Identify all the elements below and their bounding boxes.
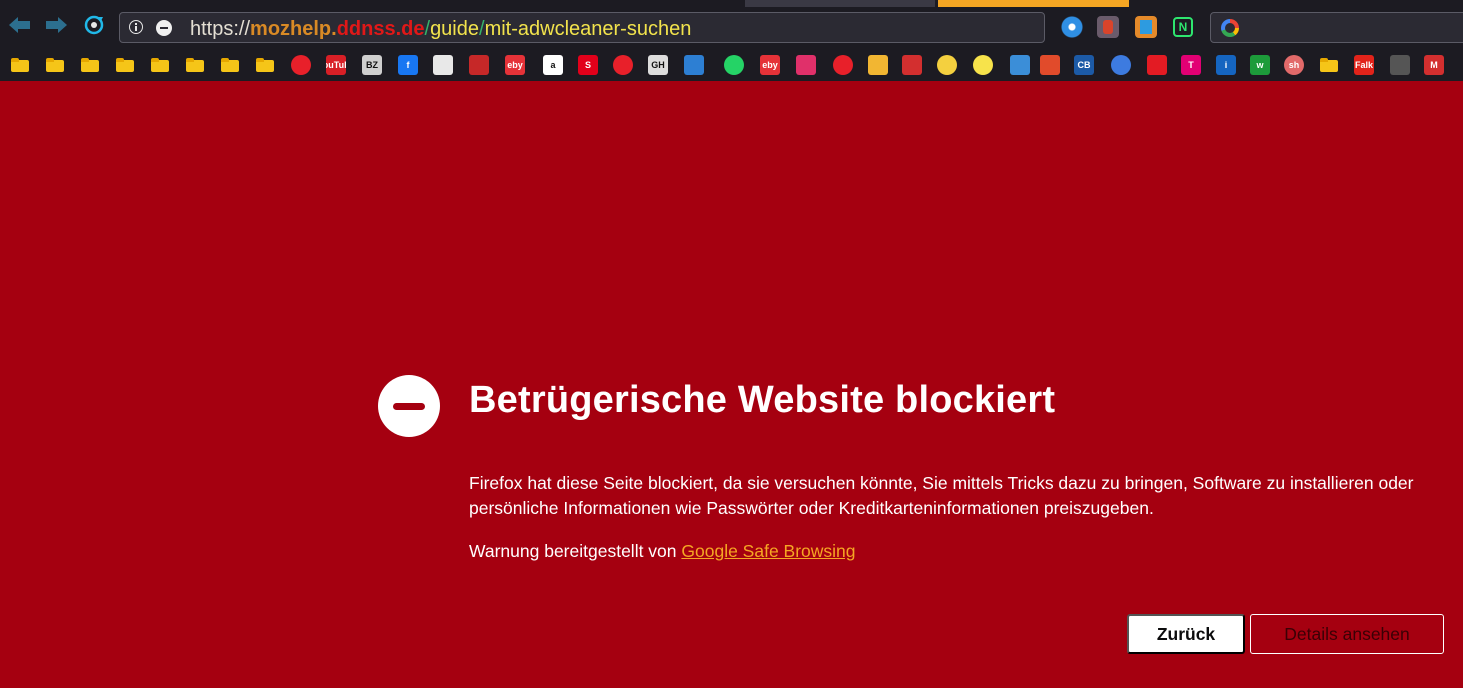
ebay-icon[interactable]: eby [505, 55, 525, 75]
url-domain-tld: ddnss.de [336, 18, 425, 40]
bookmark-label: Falk [1354, 60, 1373, 70]
url-protocol: https:// [190, 18, 251, 40]
bookmark-label: w [1256, 60, 1264, 70]
fire-icon[interactable] [833, 55, 853, 75]
google-icon [1221, 19, 1239, 37]
addon-extension-icon[interactable] [1097, 16, 1119, 38]
bookmark-label: f [406, 60, 410, 70]
map-pin-icon[interactable] [1111, 55, 1131, 75]
landscape-icon[interactable] [1010, 55, 1030, 75]
whatsapp-icon[interactable] [724, 55, 744, 75]
url-path-segment: mit-adwcleaner-suchen [484, 18, 692, 40]
back-nav-button[interactable] [8, 14, 32, 36]
bookmark-label: i [1224, 60, 1228, 70]
bookmark-label: eby [762, 60, 778, 70]
fire-icon[interactable] [291, 55, 311, 75]
youtube-icon[interactable]: YouTube [326, 55, 346, 75]
telekom-icon[interactable]: T [1181, 55, 1201, 75]
bookmark-label: GH [651, 60, 665, 70]
pen-icon[interactable] [1390, 55, 1410, 75]
circle-icon[interactable] [433, 55, 453, 75]
fire-icon[interactable] [613, 55, 633, 75]
people-icon[interactable] [868, 55, 888, 75]
search-bar[interactable] [1210, 12, 1463, 43]
bookmark-label: S [584, 60, 591, 70]
bookmark-label: T [1188, 60, 1194, 70]
arrow-right-icon [46, 17, 67, 33]
m-icon[interactable]: M [1424, 55, 1444, 75]
bz-icon[interactable]: BZ [362, 55, 382, 75]
info-icon[interactable] [129, 20, 143, 34]
bookmark-label: sh [1288, 60, 1300, 70]
details-button[interactable]: Details ansehen [1250, 614, 1444, 654]
reload-button[interactable] [82, 14, 106, 36]
bookmark-label: YouTube [326, 60, 346, 70]
w-icon[interactable]: w [1250, 55, 1270, 75]
reload-icon [84, 15, 104, 35]
info-icon[interactable]: i [1216, 55, 1236, 75]
url-path-segment: guide [430, 18, 479, 40]
smiley-icon[interactable] [937, 55, 957, 75]
mail-icon[interactable] [902, 55, 922, 75]
bookmark-label: a [550, 60, 556, 70]
amazon-icon[interactable]: a [543, 55, 563, 75]
browser-chrome: https://mozhelp.ddnss.de/guide/mit-adwcl… [0, 0, 1463, 81]
cb-icon[interactable]: CB [1074, 55, 1094, 75]
folder-icon[interactable] [10, 55, 30, 75]
falk-icon[interactable]: Falk [1354, 55, 1374, 75]
sparkasse-icon[interactable]: S [578, 55, 598, 75]
n-extension-icon[interactable]: N [1173, 17, 1193, 37]
provider-line: Warnung bereitgestellt von Google Safe B… [469, 539, 856, 564]
arrow-left-icon [9, 17, 30, 33]
folder-icon[interactable] [1319, 55, 1339, 75]
bookmark-label: CB [1077, 60, 1091, 70]
cloud-icon[interactable] [796, 55, 816, 75]
provider-prefix: Warnung bereitgestellt von [469, 541, 682, 561]
bookmark-extension-icon[interactable] [1135, 16, 1157, 38]
smiley-icon[interactable] [973, 55, 993, 75]
facebook-icon[interactable]: f [398, 55, 418, 75]
bookmarks-toolbar: YouTube BZ f eby a S GH eby CB Ti w sh Falk M [0, 54, 1463, 78]
forward-nav-button[interactable] [44, 14, 68, 36]
active-tab[interactable] [938, 0, 1129, 7]
bookmark-label: eby [507, 60, 523, 70]
folder-icon[interactable] [115, 55, 135, 75]
news-icon[interactable] [469, 55, 489, 75]
car-icon[interactable] [1040, 55, 1060, 75]
error-title: Betrügerische Website blockiert [469, 379, 1056, 421]
blocked-icon [378, 375, 440, 437]
sh-icon[interactable]: sh [1284, 55, 1304, 75]
folder-icon[interactable] [255, 55, 275, 75]
error-description: Firefox hat diese Seite blockiert, da si… [469, 473, 1414, 518]
url-bar[interactable]: https://mozhelp.ddnss.de/guide/mit-adwcl… [119, 12, 1045, 43]
folder-icon[interactable] [150, 55, 170, 75]
bookmark-label: BZ [366, 60, 378, 70]
url-text[interactable]: https://mozhelp.ddnss.de/guide/mit-adwcl… [190, 18, 691, 40]
url-domain: mozhelp. [250, 18, 337, 40]
google-safe-browsing-link[interactable]: Google Safe Browsing [681, 541, 855, 561]
folder-icon[interactable] [45, 55, 65, 75]
folder-icon[interactable] [80, 55, 100, 75]
folder-icon[interactable] [220, 55, 240, 75]
check-icon[interactable] [1147, 55, 1167, 75]
gh-icon[interactable]: GH [648, 55, 668, 75]
ebay-icon[interactable]: eby [760, 55, 780, 75]
folder-icon[interactable] [185, 55, 205, 75]
tab[interactable] [745, 0, 935, 7]
bookmark-label: M [1430, 60, 1438, 70]
monitor-icon[interactable] [684, 55, 704, 75]
back-button[interactable]: Zurück [1127, 614, 1245, 654]
blocked-site-icon[interactable] [156, 20, 172, 36]
bubble-extension-icon[interactable] [1061, 16, 1083, 38]
